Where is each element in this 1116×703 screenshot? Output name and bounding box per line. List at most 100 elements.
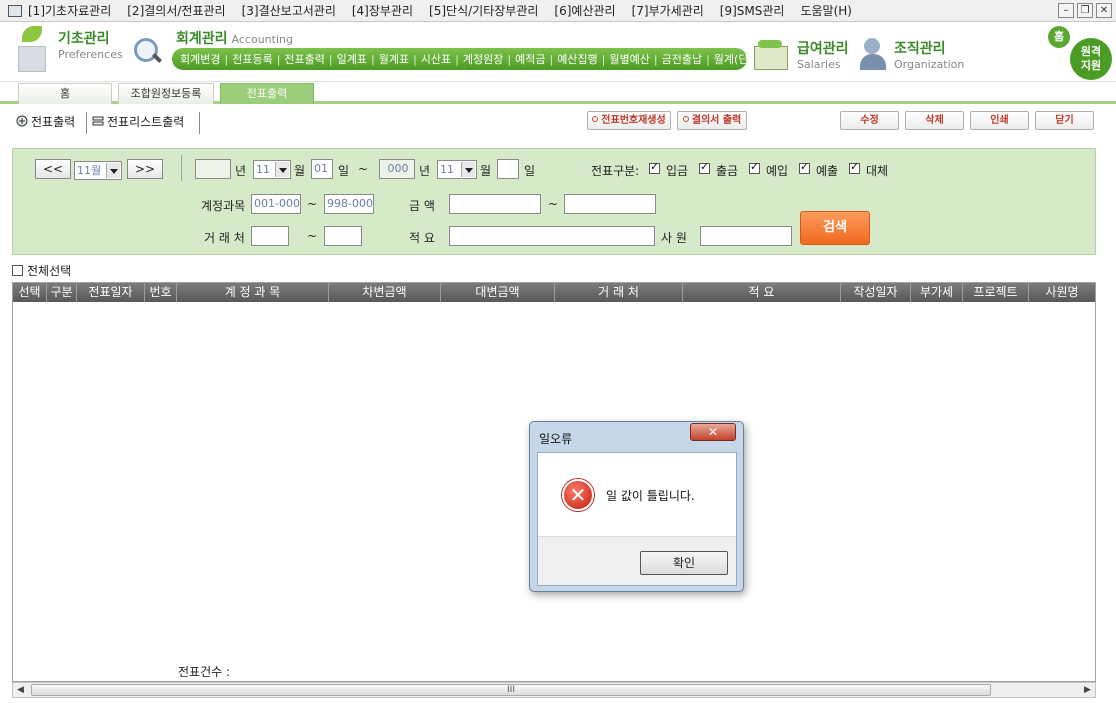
col-staff-name[interactable]: 사원명 [1029, 283, 1095, 302]
renumber-voucher-label: 전표번호재생성 [601, 115, 666, 126]
menu-item-resolution-voucher[interactable]: [2]결의서/전표관리 [127, 2, 225, 19]
chevron-down-icon[interactable] [461, 162, 475, 177]
chevron-down-icon[interactable] [275, 162, 289, 177]
tab-member-registration[interactable]: 조합원정보등록 [118, 83, 214, 104]
module-organization[interactable]: 조직관리 Organization [894, 38, 964, 71]
from-day-input[interactable]: 01 [311, 159, 333, 179]
accounting-item-budget-exec[interactable]: 예산집행 [557, 51, 597, 67]
type-savings-in-checkbox[interactable] [749, 160, 760, 174]
minimize-icon[interactable]: – [1058, 3, 1074, 18]
next-month-button[interactable]: >> [127, 159, 163, 179]
amount-to-input[interactable] [564, 194, 656, 214]
month-select[interactable]: 11월 [74, 161, 122, 180]
menu-item-basic-data[interactable]: [1]기초자료관리 [28, 2, 111, 19]
home-badge-icon[interactable]: 홈 [1048, 26, 1070, 48]
delete-button[interactable]: 삭제 [905, 111, 964, 130]
from-month-select[interactable]: 11 [253, 160, 291, 179]
menu-item-sms[interactable]: [9]SMS관리 [720, 2, 785, 19]
module-accounting[interactable]: 회계관리 Accounting [176, 28, 293, 48]
accounting-item-trial-balance[interactable]: 시산표 [421, 51, 451, 67]
col-summary[interactable]: 적 요 [683, 283, 841, 302]
remote-support-line1: 원격 [1080, 45, 1102, 58]
to-year-input[interactable]: 000 [379, 159, 415, 179]
amount-from-input[interactable] [449, 194, 541, 214]
col-number[interactable]: 번호 [145, 283, 177, 302]
client-from-input[interactable] [251, 226, 289, 246]
col-select[interactable]: 선택 [13, 283, 47, 302]
organization-people-icon[interactable] [858, 38, 890, 74]
account-range-tilde: ~ [307, 197, 318, 211]
remote-support-button[interactable]: 원격 지원 [1070, 38, 1112, 80]
accounting-item-cashbook[interactable]: 금전출납 [662, 51, 702, 67]
type-deposit-checkbox[interactable] [649, 160, 660, 174]
ok-button[interactable]: 확인 [640, 551, 728, 575]
accounting-item-monthly-budget[interactable]: 월별예산 [609, 51, 649, 67]
horizontal-scrollbar[interactable]: ◀ III ▶ [12, 682, 1096, 698]
window-close-icon[interactable]: ✕ [1096, 3, 1112, 18]
accounting-item-change[interactable]: 회계변경 [180, 51, 220, 67]
module-basic[interactable]: 기초관리 Preferences [58, 28, 123, 61]
accounting-item-daily[interactable]: 일계표 [337, 51, 367, 67]
accounting-item-monthly-single[interactable]: 월계(단) [714, 51, 753, 67]
col-client[interactable]: 거 래 처 [555, 283, 683, 302]
summary-input[interactable] [449, 226, 655, 246]
preferences-icon[interactable] [14, 26, 50, 74]
menu-item-ledger[interactable]: [4]장부관리 [352, 2, 413, 19]
scroll-right-icon[interactable]: ▶ [1084, 685, 1091, 695]
from-year-input[interactable] [195, 159, 231, 179]
col-vat[interactable]: 부가세 [911, 283, 963, 302]
bullet-icon [682, 116, 689, 122]
col-account[interactable]: 계 정 과 목 [177, 283, 329, 302]
subtab-voucher-print[interactable]: 전표출력 [16, 110, 75, 136]
scroll-left-icon[interactable]: ◀ [17, 685, 24, 695]
menu-item-vat[interactable]: [7]부가세관리 [632, 2, 704, 19]
accounting-item-voucher-entry[interactable]: 전표등록 [232, 51, 272, 67]
col-project[interactable]: 프로젝트 [963, 283, 1029, 302]
restore-icon[interactable]: ❐ [1077, 3, 1093, 18]
salary-envelope-icon[interactable] [752, 40, 790, 70]
menu-item-closing-report[interactable]: [3]결산보고서관리 [242, 2, 336, 19]
search-button[interactable]: 검색 [800, 211, 870, 245]
subtab-voucher-list-print[interactable]: 전표리스트출력 [92, 110, 184, 136]
select-all-checkbox[interactable] [12, 265, 23, 276]
accounting-item-deposits[interactable]: 예적금 [515, 51, 545, 67]
staff-input[interactable] [700, 226, 792, 246]
accounting-item-voucher-print[interactable]: 전표출력 [284, 51, 324, 67]
type-transfer-checkbox[interactable] [849, 160, 860, 174]
module-salary[interactable]: 급여관리 Salaries [797, 38, 849, 71]
accounting-magnifier-icon[interactable] [128, 32, 164, 72]
dialog-footer: 확인 [538, 536, 736, 585]
print-button[interactable]: 인쇄 [970, 111, 1029, 130]
menu-item-single-entry[interactable]: [5]단식/기타장부관리 [429, 2, 538, 19]
scroll-thumb[interactable]: III [31, 684, 991, 696]
edit-button[interactable]: 수정 [840, 111, 899, 130]
tab-home[interactable]: 홈 [18, 83, 112, 104]
to-month-select[interactable]: 11 [437, 160, 477, 179]
type-withdrawal-checkbox[interactable] [699, 160, 710, 174]
chevron-down-icon[interactable] [106, 163, 120, 178]
resolution-print-button[interactable]: 결의서 출력 [677, 111, 747, 130]
col-voucher-date[interactable]: 전표일자 [77, 283, 145, 302]
voucher-count: 전표건수 : [178, 665, 231, 679]
to-day-input[interactable] [497, 159, 519, 179]
renumber-voucher-button[interactable]: 전표번호재생성 [587, 111, 671, 130]
menu-item-help[interactable]: 도움말(H) [800, 2, 852, 19]
col-type[interactable]: 구분 [47, 283, 77, 302]
tab-voucher-print[interactable]: 전표출력 [220, 83, 314, 104]
type-savings-in-label: 예입 [766, 164, 789, 178]
col-created-date[interactable]: 작성일자 [841, 283, 911, 302]
close-button[interactable]: 닫기 [1035, 111, 1094, 130]
col-debit[interactable]: 차변금액 [329, 283, 441, 302]
prev-month-button[interactable]: << [35, 159, 71, 179]
dialog-close-button[interactable]: ✕ [690, 423, 736, 441]
account-to-input[interactable]: 998-000 [324, 194, 374, 214]
select-all[interactable]: 전체선택 [12, 262, 71, 279]
accounting-item-monthly[interactable]: 월계표 [379, 51, 409, 67]
menu-item-budget[interactable]: [6]예산관리 [554, 2, 615, 19]
type-savings-out-checkbox[interactable] [799, 160, 810, 174]
account-from-input[interactable]: 001-000 [251, 194, 301, 214]
accounting-item-account-ledger[interactable]: 계정원장 [463, 51, 503, 67]
staff-label: 사 원 [661, 231, 687, 245]
client-to-input[interactable] [324, 226, 362, 246]
col-credit[interactable]: 대변금액 [441, 283, 555, 302]
